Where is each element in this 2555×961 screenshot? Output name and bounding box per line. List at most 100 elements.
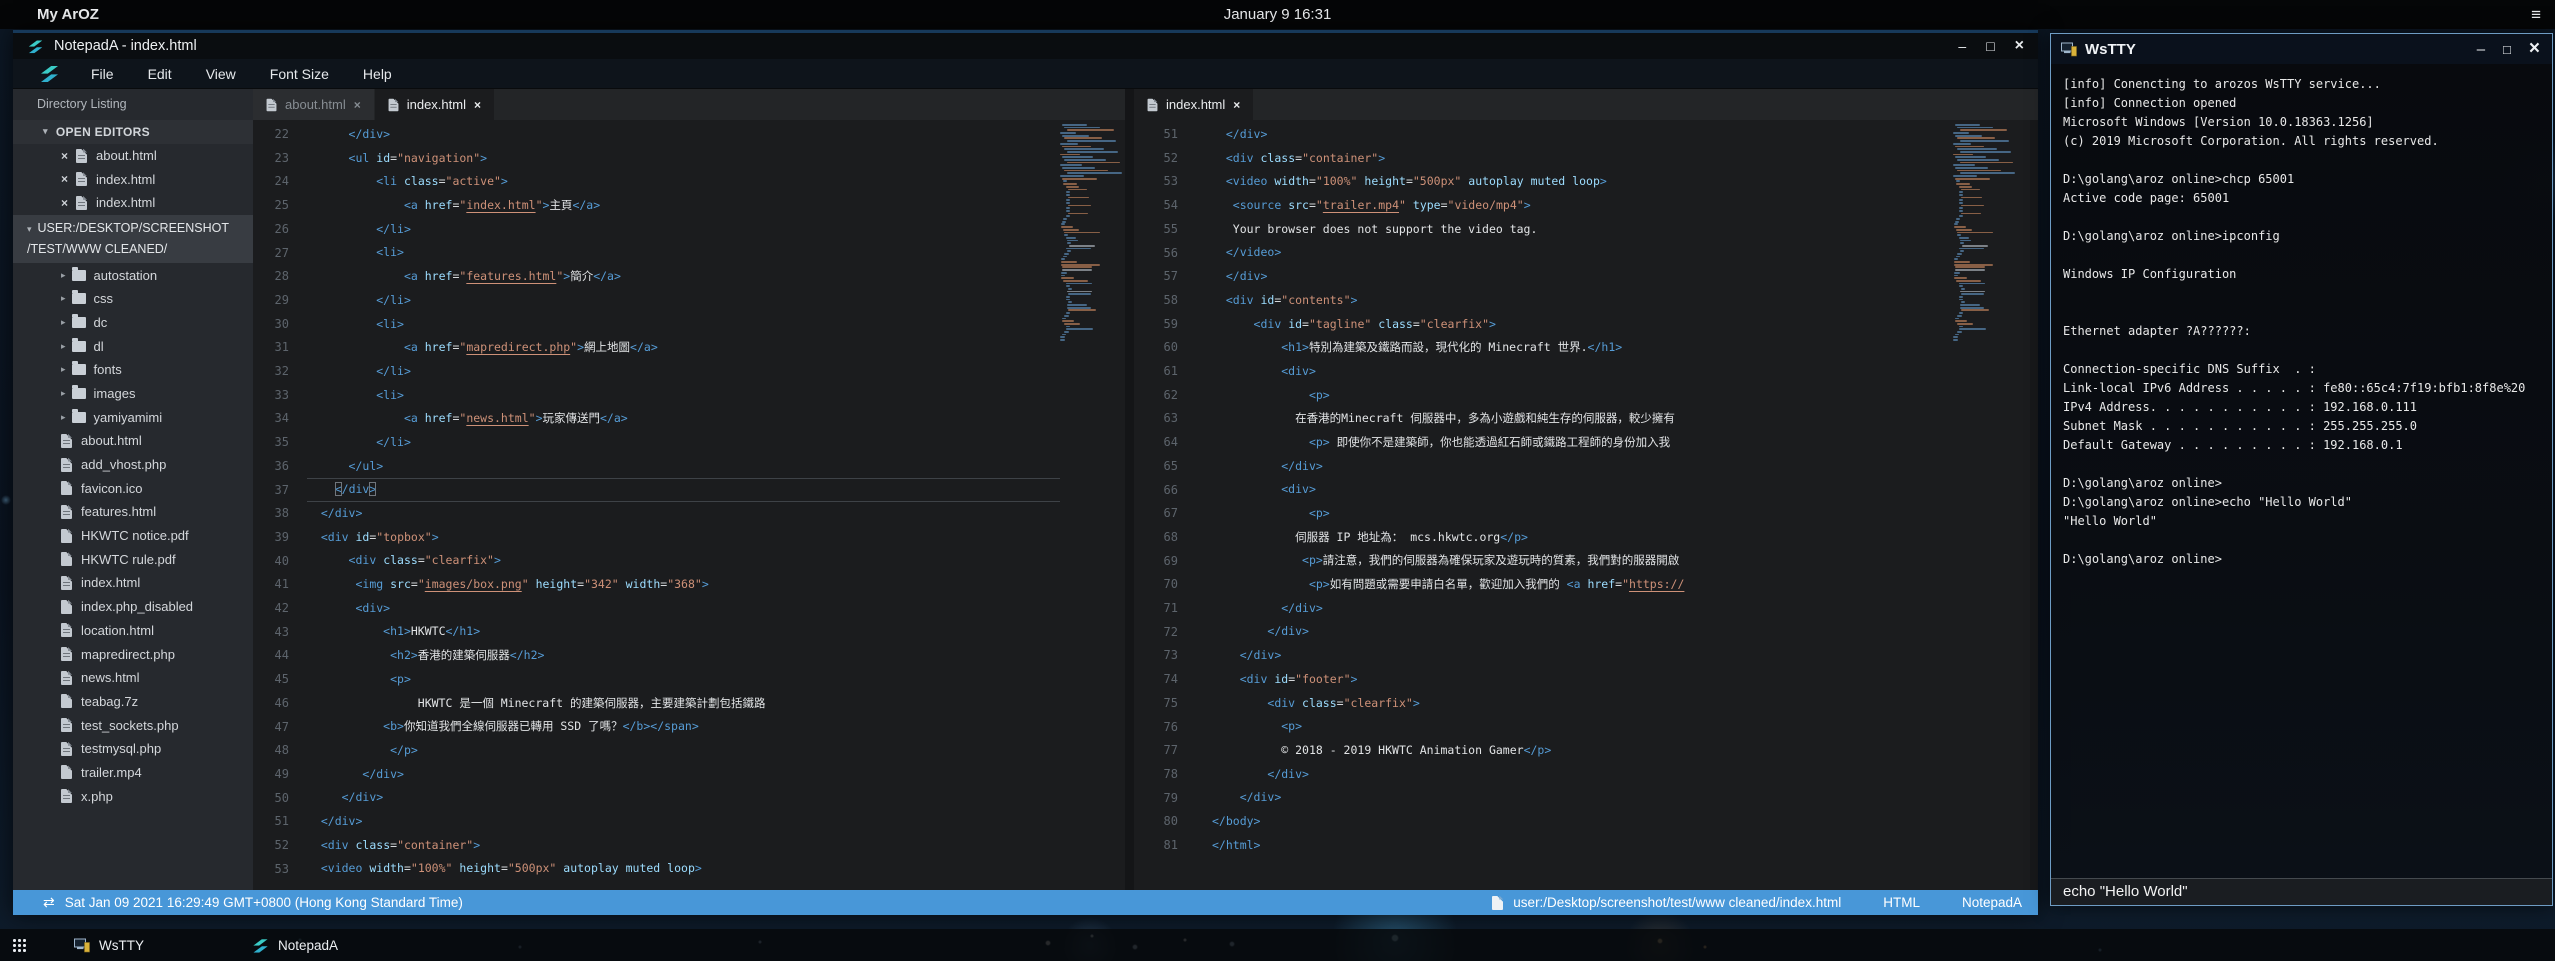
code-line-45[interactable]: <p> [307,668,1060,692]
code-line-52[interactable]: <div class="container"> [1212,147,1953,171]
app-launcher-grid-icon[interactable] [12,938,26,952]
code-line-73[interactable]: </div> [1212,644,1953,668]
code-line-38[interactable]: </div> [307,502,1060,526]
minimize-icon[interactable]: – [2477,41,2485,58]
code-line-50[interactable]: </div> [307,786,1060,810]
folder-item[interactable]: ▸css [13,287,253,311]
code-area-left[interactable]: 2223242526272829303132333435363738394041… [253,120,1125,893]
folder-item[interactable]: ▸yamiyamimi [13,405,253,429]
menu-edit[interactable]: Edit [131,59,189,89]
folder-item[interactable]: ▸dc [13,311,253,335]
code-line-67[interactable]: <p> [1212,502,1953,526]
code-line-23[interactable]: <ul id="navigation"> [307,147,1060,171]
code-line-49[interactable]: </div> [307,763,1060,787]
code-line-65[interactable]: </div> [1212,455,1953,479]
terminal-input[interactable]: echo "Hello World" [2051,878,2552,905]
code-line-74[interactable]: <div id="footer"> [1212,668,1953,692]
terminal-output[interactable]: [info] Conencting to arozos WsTTY servic… [2051,64,2552,878]
code-line-81[interactable]: </html> [1212,834,1953,858]
open-editors-header[interactable]: ▾ OPEN EDITORS [13,120,253,144]
code-line-77[interactable]: © 2018 - 2019 HKWTC Animation Gamer</p> [1212,739,1953,763]
code-line-41[interactable]: <img src="images/box.png" height="342" w… [307,573,1060,597]
code-line-55[interactable]: Your browser does not support the video … [1212,218,1953,242]
code-line-48[interactable]: </p> [307,739,1060,763]
scrollbar-right[interactable] [2030,120,2038,893]
code-line-60[interactable]: <h1>特別為建築及鐵路而設，現代化的 Minecraft 世界.</h1> [1212,336,1953,360]
code-line-56[interactable]: </video> [1212,241,1953,265]
code-line-30[interactable]: <li> [307,313,1060,337]
code-line-24[interactable]: <li class="active"> [307,170,1060,194]
file-item[interactable]: test_sockets.php [13,713,253,737]
open-editor-item[interactable]: ×about.html [13,144,253,168]
code-lines-left[interactable]: </div> <ul id="navigation"> <li class="a… [307,123,1060,881]
close-icon[interactable]: × [474,98,481,112]
file-item[interactable]: index.php_disabled [13,595,253,619]
file-item[interactable]: favicon.ico [13,476,253,500]
wstty-titlebar[interactable]: WsTTY – □ × [2051,34,2552,64]
code-line-59[interactable]: <div id="tagline" class="clearfix"> [1212,313,1953,337]
tab-about.html[interactable]: about.html× [253,89,374,120]
taskbar-item-notepada[interactable]: NotepadA [242,929,348,961]
maximize-icon[interactable]: □ [2503,42,2511,57]
minimap-right[interactable] [1953,122,2030,342]
hamburger-menu-icon[interactable]: ≡ [2531,5,2541,25]
tab-index.html[interactable]: index.html× [1134,89,1253,120]
close-icon[interactable]: × [2015,33,2024,59]
code-line-57[interactable]: </div> [1212,265,1953,289]
close-icon[interactable]: × [61,196,68,210]
taskbar-item-wstty[interactable]: WsTTY [64,929,154,961]
code-line-53[interactable]: <video width="100%" height="500px" autop… [307,857,1060,881]
code-line-33[interactable]: <li> [307,384,1060,408]
file-item[interactable]: news.html [13,666,253,690]
code-line-61[interactable]: <div> [1212,360,1953,384]
code-line-46[interactable]: HKWTC 是一個 Minecraft 的建築伺服器，主要建築計劃包括鐵路 [307,692,1060,716]
tab-index.html[interactable]: index.html× [375,89,494,120]
code-line-53[interactable]: <video width="100%" height="500px" autop… [1212,170,1953,194]
menu-help[interactable]: Help [346,59,409,89]
code-line-66[interactable]: <div> [1212,478,1953,502]
file-item[interactable]: add_vhost.php [13,453,253,477]
close-icon[interactable]: × [2529,38,2540,60]
code-line-51[interactable]: </div> [1212,123,1953,147]
code-line-35[interactable]: </li> [307,431,1060,455]
code-line-29[interactable]: </li> [307,289,1060,313]
tree-root-header[interactable]: ▾USER:/DESKTOP/SCREENSHOT /TEST/WWW CLEA… [13,215,253,263]
menu-file[interactable]: File [74,59,131,89]
code-line-79[interactable]: </div> [1212,786,1953,810]
folder-item[interactable]: ▸autostation [13,263,253,287]
close-icon[interactable]: × [61,149,68,163]
code-line-72[interactable]: </div> [1212,620,1953,644]
code-line-70[interactable]: <p>如有問題或需要申請白名單，歡迎加入我們的 <a href="https:/… [1212,573,1953,597]
code-line-63[interactable]: 在香港的Minecraft 伺服器中，多為小遊戲和純生存的伺服器，較少擁有 [1212,407,1953,431]
code-line-78[interactable]: </div> [1212,763,1953,787]
close-icon[interactable]: × [354,98,361,112]
code-line-43[interactable]: <h1>HKWTC</h1> [307,620,1060,644]
code-line-54[interactable]: <source src="trailer.mp4" type="video/mp… [1212,194,1953,218]
menu-font-size[interactable]: Font Size [253,59,346,89]
code-line-76[interactable]: <p> [1212,715,1953,739]
file-item[interactable]: features.html [13,500,253,524]
code-area-right[interactable]: 5152535455565758596061626364656667686970… [1134,120,2038,893]
menu-view[interactable]: View [189,59,253,89]
code-line-62[interactable]: <p> [1212,384,1953,408]
code-line-75[interactable]: <div class="clearfix"> [1212,692,1953,716]
code-line-26[interactable]: </li> [307,218,1060,242]
code-line-25[interactable]: <a href="index.html">主頁</a> [307,194,1060,218]
code-line-37[interactable]: </div> [307,478,1060,502]
close-icon[interactable]: × [1233,98,1240,112]
file-item[interactable]: mapredirect.php [13,642,253,666]
code-line-36[interactable]: </ul> [307,455,1060,479]
file-item[interactable]: HKWTC notice.pdf [13,524,253,548]
file-item[interactable]: HKWTC rule.pdf [13,547,253,571]
minimap-left[interactable] [1060,122,1125,342]
code-line-31[interactable]: <a href="mapredirect.php">網上地圖</a> [307,336,1060,360]
file-item[interactable]: x.php [13,784,253,808]
code-line-68[interactable]: 伺服器 IP 地址為： mcs.hkwtc.org</p> [1212,526,1953,550]
file-item[interactable]: about.html [13,429,253,453]
minimize-icon[interactable]: – [1958,33,1966,59]
code-line-28[interactable]: <a href="features.html">簡介</a> [307,265,1060,289]
close-icon[interactable]: × [61,172,68,186]
code-line-71[interactable]: </div> [1212,597,1953,621]
code-lines-right[interactable]: </div> <div class="container"> <video wi… [1212,123,1953,857]
code-line-44[interactable]: <h2>香港的建築伺服器</h2> [307,644,1060,668]
